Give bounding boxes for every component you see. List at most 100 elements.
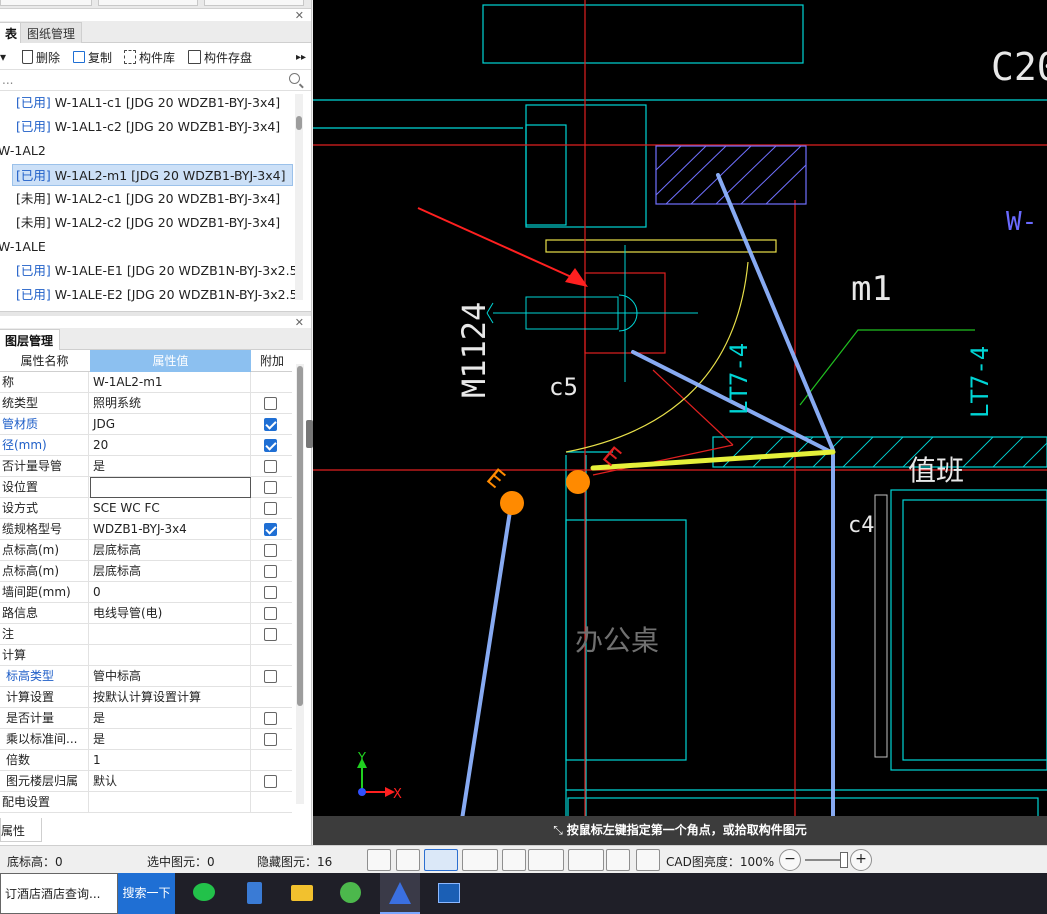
property-row[interactable]: 管材质 JDG xyxy=(0,414,292,435)
zoom-out-icon[interactable]: − xyxy=(779,849,801,871)
extra-checkbox[interactable] xyxy=(264,418,277,431)
top-strip-tab[interactable] xyxy=(204,0,304,6)
property-row[interactable]: 设方式 SCE WC FC xyxy=(0,498,292,519)
display-button[interactable] xyxy=(606,849,630,871)
top-strip-tab[interactable] xyxy=(98,0,198,6)
tree-item[interactable]: [已用] W-1AL1-c1 [JDG 20 WDZB1-BYJ-3x4] xyxy=(16,92,280,114)
property-row[interactable]: 乘以标准间... 是 xyxy=(0,729,292,750)
arc-button[interactable] xyxy=(636,849,660,871)
tree-item[interactable]: [已用] W-1AL1-c2 [JDG 20 WDZB1-BYJ-3x4] xyxy=(16,116,280,138)
property-row[interactable]: 缆规格型号 WDZB1-BYJ-3x4 xyxy=(0,519,292,540)
property-value[interactable]: W-1AL2-m1 xyxy=(90,372,251,393)
tree-group[interactable]: W-1AL2 xyxy=(0,140,46,162)
property-value[interactable]: JDG xyxy=(90,414,251,435)
property-value[interactable]: 1 xyxy=(90,750,251,771)
tree-item[interactable]: [已用] W-1ALE-E2 [JDG 20 WDZB1N-BYJ-3x2.5] xyxy=(16,284,296,302)
extra-checkbox[interactable] xyxy=(264,523,277,536)
select-box-button[interactable] xyxy=(424,849,458,871)
taskbar-search-input[interactable]: 订酒店酒店查询... xyxy=(0,873,118,914)
property-row[interactable]: 标高类型 管中标高 xyxy=(0,666,292,687)
extra-checkbox[interactable] xyxy=(264,565,277,578)
tree-item[interactable]: [未用] W-1AL2-c1 [JDG 20 WDZB1-BYJ-3x4] xyxy=(16,188,280,210)
grid-snap-button[interactable] xyxy=(367,849,391,871)
extra-checkbox[interactable] xyxy=(264,628,277,641)
tab-drawing-management[interactable]: 图纸管理 xyxy=(20,22,83,43)
extra-checkbox[interactable] xyxy=(264,607,277,620)
property-row[interactable]: 点标高(m) 层底标高 xyxy=(0,561,292,582)
search-icon[interactable] xyxy=(289,73,300,84)
property-row[interactable]: 称 W-1AL2-m1 xyxy=(0,372,292,393)
property-row[interactable]: 图元楼层归属 默认 xyxy=(0,771,292,792)
property-scrollbar[interactable] xyxy=(296,364,304,804)
angle-button[interactable] xyxy=(528,849,564,871)
property-row[interactable]: 是否计量是 xyxy=(0,708,292,729)
wechat-icon[interactable] xyxy=(187,873,221,914)
copy-button[interactable]: 复制 xyxy=(73,48,112,66)
property-value-input[interactable] xyxy=(90,477,251,498)
more-icon[interactable]: ▸▸ xyxy=(296,48,306,66)
cross-snap-button[interactable] xyxy=(502,849,526,871)
cad-canvas[interactable]: C20 W- m1 M1124 c5 LT7-4 LT7-4 值班 c4 办公桌… xyxy=(313,0,1047,845)
grip-point[interactable] xyxy=(500,491,524,515)
property-row[interactable]: 径(mm) 20 xyxy=(0,435,292,456)
extra-checkbox[interactable] xyxy=(264,586,277,599)
property-row[interactable]: 墙间距(mm) 0 xyxy=(0,582,292,603)
property-row[interactable]: 注 xyxy=(0,624,292,645)
extra-checkbox[interactable] xyxy=(264,775,277,788)
extra-checkbox[interactable] xyxy=(264,502,277,515)
property-row[interactable]: 计算设置 按默认计算设置计算 xyxy=(0,687,292,708)
scroll-thumb[interactable] xyxy=(296,116,302,130)
property-value[interactable] xyxy=(90,792,251,813)
property-value[interactable]: 按默认计算设置计算 xyxy=(90,687,251,708)
property-value[interactable]: 照明系统 xyxy=(90,393,251,414)
extra-checkbox[interactable] xyxy=(264,544,277,557)
extra-checkbox[interactable] xyxy=(264,481,277,494)
tree-item[interactable]: [未用] W-1AL2-c2 [JDG 20 WDZB1-BYJ-3x4] xyxy=(16,212,280,234)
property-value[interactable]: 管中标高 xyxy=(90,666,251,687)
ortho-button[interactable] xyxy=(396,849,420,871)
collapse-handle[interactable] xyxy=(306,420,313,448)
property-row[interactable]: 路信息 电线导管(电) xyxy=(0,603,292,624)
property-value[interactable]: 是 xyxy=(90,456,251,477)
tree-scrollbar[interactable] xyxy=(295,94,303,300)
property-value[interactable]: WDZB1-BYJ-3x4 xyxy=(90,519,251,540)
property-value[interactable]: SCE WC FC xyxy=(90,498,251,519)
calculator-icon[interactable] xyxy=(237,873,271,914)
dropdown-icon[interactable]: ▾ xyxy=(0,48,6,66)
property-value[interactable]: 层底标高 xyxy=(90,561,251,582)
extra-checkbox[interactable] xyxy=(264,397,277,410)
tree-group[interactable]: W-1ALE xyxy=(0,236,46,258)
property-row[interactable]: 点标高(m) 层底标高 xyxy=(0,540,292,561)
component-library-button[interactable]: 构件库 xyxy=(124,48,175,66)
tree-item-selected[interactable]: [已用] W-1AL2-m1 [JDG 20 WDZB1-BYJ-3x4] xyxy=(12,164,293,186)
property-value[interactable] xyxy=(90,624,251,645)
search-input[interactable]: ... xyxy=(2,73,13,87)
glodon-icon[interactable] xyxy=(380,873,420,914)
property-value[interactable]: 20 xyxy=(90,435,251,456)
file-explorer-icon[interactable] xyxy=(285,873,319,914)
3d-view-button[interactable] xyxy=(462,849,498,871)
brightness-slider[interactable] xyxy=(805,859,845,861)
property-value[interactable]: 默认 xyxy=(90,771,251,792)
extra-checkbox[interactable] xyxy=(264,712,277,725)
cad-icon[interactable] xyxy=(432,873,466,914)
slider-thumb[interactable] xyxy=(840,852,848,868)
dimension-button[interactable] xyxy=(568,849,604,871)
property-value[interactable]: 层底标高 xyxy=(90,540,251,561)
scroll-thumb[interactable] xyxy=(297,366,303,706)
browser-icon[interactable] xyxy=(333,873,367,914)
property-value[interactable]: 电线导管(电) xyxy=(90,603,251,624)
property-row[interactable]: 倍数 1 xyxy=(0,750,292,771)
panel-splitter[interactable] xyxy=(0,311,311,316)
property-value[interactable]: 是 xyxy=(90,708,251,729)
extra-checkbox[interactable] xyxy=(264,670,277,683)
property-value[interactable]: 0 xyxy=(90,582,251,603)
component-save-button[interactable]: 构件存盘 xyxy=(188,48,252,66)
tab-properties[interactable]: 属性 xyxy=(0,818,42,842)
tree-item[interactable]: [已用] W-1ALE-E1 [JDG 20 WDZB1N-BYJ-3x2.5] xyxy=(16,260,296,282)
delete-button[interactable]: 删除 xyxy=(22,48,60,66)
property-value[interactable] xyxy=(90,645,251,666)
tab-layer-management[interactable]: 图层管理 xyxy=(0,329,61,350)
property-row[interactable]: 设位置 xyxy=(0,477,292,498)
extra-checkbox[interactable] xyxy=(264,460,277,473)
